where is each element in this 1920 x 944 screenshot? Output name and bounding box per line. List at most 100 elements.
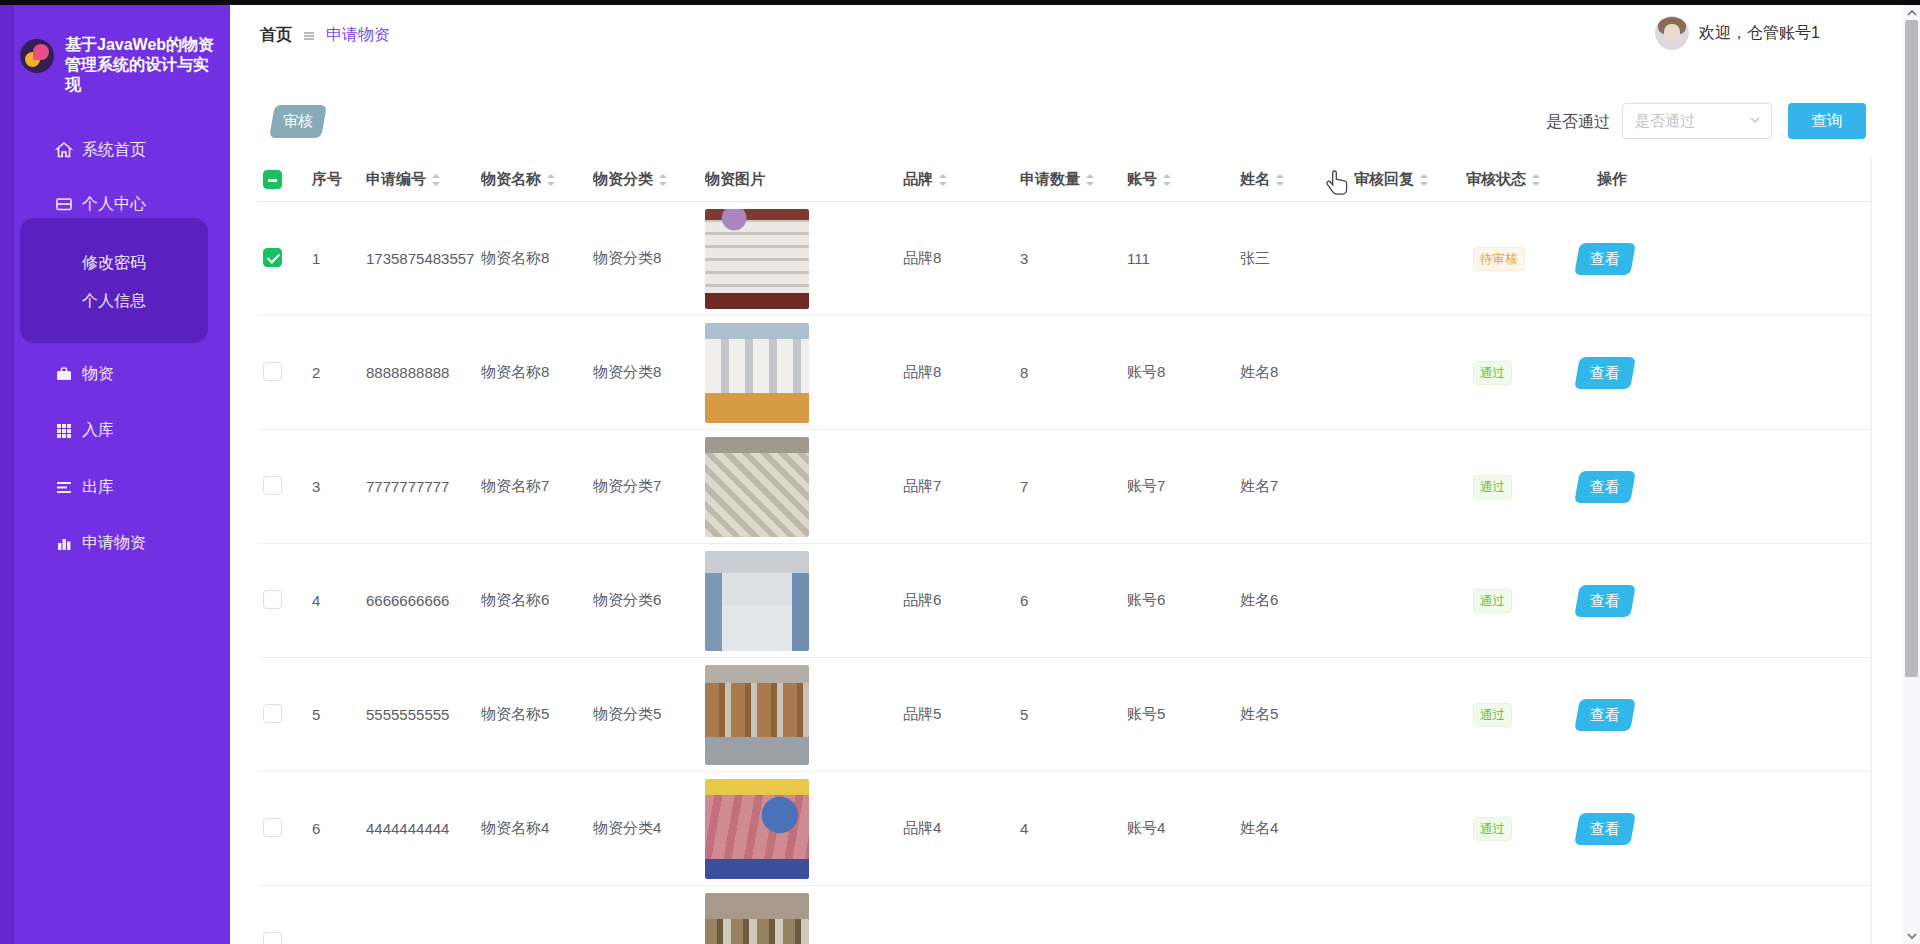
table-row: 6 4444444444 物资名称4 物资分类4 品牌4 4 账号4 姓名4 通…: [258, 772, 1871, 886]
cell-category: 物资分类5: [593, 705, 705, 724]
top-black-strip: [0, 0, 1920, 5]
sidebar-item-home[interactable]: 系统首页: [55, 136, 146, 164]
cell-action: 查看: [1577, 585, 1871, 617]
cell-action: 查看: [1577, 699, 1871, 731]
sort-caret-icon[interactable]: [1162, 173, 1172, 187]
row-checkbox[interactable]: [258, 362, 312, 384]
sidebar-item-profile[interactable]: 个人中心: [55, 190, 146, 218]
column-header-reply[interactable]: 审核回复: [1354, 170, 1466, 189]
cell-code: 1735875483557: [366, 250, 481, 267]
select-all-checkbox[interactable]: [258, 170, 312, 189]
column-header-brand[interactable]: 品牌: [903, 170, 1020, 189]
sidebar-item-outbound[interactable]: 出库: [55, 473, 114, 501]
mouse-cursor: [1326, 170, 1348, 202]
cell-account: 账号4: [1127, 819, 1240, 838]
cell-status: 通过: [1466, 589, 1577, 613]
user-avatar[interactable]: [1655, 16, 1689, 50]
material-photo[interactable]: [705, 893, 809, 944]
breadcrumb-home[interactable]: 首页: [260, 25, 292, 46]
app-title: 基于JavaWeb的物资管理系统的设计与实现: [65, 35, 215, 95]
cell-qty: 8: [1020, 364, 1127, 381]
view-button[interactable]: 查看: [1574, 357, 1636, 389]
material-photo[interactable]: [705, 437, 809, 537]
table-row: [258, 886, 1871, 944]
cell-name: 物资名称6: [481, 591, 593, 610]
cell-index: 4: [312, 592, 366, 609]
cell-action: 查看: [1577, 243, 1871, 275]
view-button[interactable]: 查看: [1574, 585, 1636, 617]
view-button[interactable]: 查看: [1574, 243, 1636, 275]
view-button[interactable]: 查看: [1574, 471, 1636, 503]
material-photo[interactable]: [705, 209, 809, 309]
material-photo[interactable]: [705, 665, 809, 765]
submenu-item-change-password[interactable]: 修改密码: [20, 251, 208, 275]
column-header-status[interactable]: 审核状态: [1466, 170, 1577, 189]
row-checkbox[interactable]: [258, 476, 312, 498]
cell-status: 通过: [1466, 817, 1577, 841]
cell-action: 查看: [1577, 813, 1871, 845]
cell-code: 4444444444: [366, 820, 481, 837]
sidebar-item-label: 物资: [82, 364, 114, 385]
column-header-name[interactable]: 物资名称: [481, 170, 593, 189]
lines-icon: [55, 478, 73, 496]
row-checkbox[interactable]: [258, 932, 312, 944]
cell-qty: 5: [1020, 706, 1127, 723]
material-photo[interactable]: [705, 323, 809, 423]
vertical-scrollbar[interactable]: [1903, 5, 1920, 944]
cell-account: 账号6: [1127, 591, 1240, 610]
row-checkbox[interactable]: [258, 590, 312, 612]
cell-code: 7777777777: [366, 478, 481, 495]
sort-caret-icon[interactable]: [1419, 173, 1429, 187]
topbar: 首页 申请物资 欢迎，仓管账号1: [230, 5, 1920, 60]
scroll-up-icon[interactable]: [1903, 5, 1920, 21]
cell-photo: [705, 779, 903, 879]
cell-status: 通过: [1466, 361, 1577, 385]
column-header-account[interactable]: 账号: [1127, 170, 1240, 189]
view-button[interactable]: 查看: [1574, 699, 1636, 731]
sidebar-item-label: 个人中心: [82, 194, 146, 215]
sidebar-item-label: 出库: [82, 477, 114, 498]
cell-category: 物资分类4: [593, 819, 705, 838]
sidebar-item-material[interactable]: 物资: [55, 360, 114, 388]
sort-caret-icon[interactable]: [1085, 173, 1095, 187]
card-icon: [55, 195, 73, 213]
scroll-down-icon[interactable]: [1903, 928, 1920, 944]
row-checkbox[interactable]: [258, 248, 312, 270]
scrollbar-thumb[interactable]: [1905, 20, 1918, 677]
sidebar-item-inbound[interactable]: 入库: [55, 416, 114, 444]
apply-material-table: 序号申请编号物资名称物资分类物资图片品牌申请数量账号姓名审核回复审核状态操作 1…: [258, 158, 1872, 944]
submenu-item-personal-info[interactable]: 个人信息: [20, 289, 208, 313]
audit-button[interactable]: 审核: [269, 105, 327, 138]
material-photo[interactable]: [705, 779, 809, 879]
sort-caret-icon[interactable]: [658, 173, 668, 187]
query-button[interactable]: 查询: [1788, 103, 1866, 139]
table-row: 5 5555555555 物资名称5 物资分类5 品牌5 5 账号5 姓名5 通…: [258, 658, 1871, 772]
cell-category: 物资分类8: [593, 249, 705, 268]
sort-caret-icon[interactable]: [1531, 173, 1541, 187]
cell-name: 物资名称7: [481, 477, 593, 496]
row-checkbox[interactable]: [258, 704, 312, 726]
sort-caret-icon[interactable]: [431, 173, 441, 187]
column-header-code[interactable]: 申请编号: [366, 170, 481, 189]
row-checkbox[interactable]: [258, 818, 312, 840]
pass-filter-select[interactable]: 是否通过: [1622, 103, 1772, 139]
material-photo[interactable]: [705, 551, 809, 651]
cell-photo: [705, 893, 903, 944]
column-header-category[interactable]: 物资分类: [593, 170, 705, 189]
sidebar: 基于JavaWeb的物资管理系统的设计与实现 系统首页 个人中心 修改密码 个人…: [0, 5, 230, 944]
sidebar-item-apply[interactable]: 申请物资: [55, 529, 146, 557]
sort-caret-icon[interactable]: [546, 173, 556, 187]
sort-caret-icon[interactable]: [1275, 173, 1285, 187]
column-header-qty[interactable]: 申请数量: [1020, 170, 1127, 189]
cell-index: 1: [312, 250, 366, 267]
cell-code: 5555555555: [366, 706, 481, 723]
cell-name: 物资名称4: [481, 819, 593, 838]
cell-account: 账号8: [1127, 363, 1240, 382]
cell-action: 查看: [1577, 471, 1871, 503]
view-button[interactable]: 查看: [1574, 813, 1636, 845]
sidebar-item-label: 系统首页: [82, 140, 146, 161]
cell-photo: [705, 665, 903, 765]
cell-index: 3: [312, 478, 366, 495]
sort-caret-icon[interactable]: [938, 173, 948, 187]
bar-chart-icon: [55, 534, 73, 552]
